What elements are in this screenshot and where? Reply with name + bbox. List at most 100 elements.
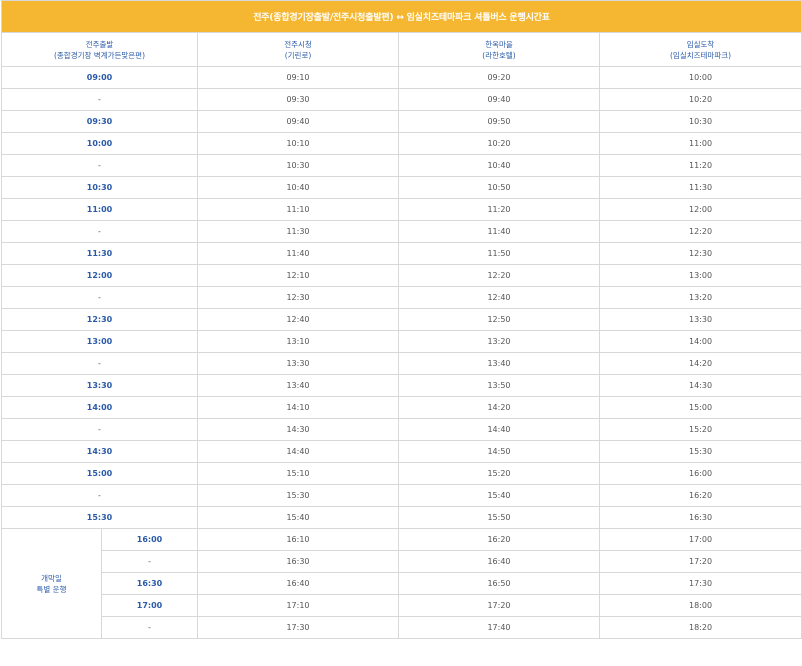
cityhall-time: 11:10 — [197, 198, 399, 221]
table-row: 12:30 12:40 12:50 13:30 — [1, 308, 802, 331]
cityhall-time: 13:40 — [197, 374, 399, 397]
cityhall-time: 09:10 — [197, 66, 399, 89]
cityhall-time: 16:40 — [197, 572, 399, 595]
cityhall-time: 15:10 — [197, 462, 399, 485]
table-row-special: 개막일 특별 운행 16:00 16:10 16:20 17:00 — [1, 528, 802, 639]
table-row: 13:00 13:10 13:20 14:00 — [1, 330, 802, 353]
cityhall-time: 16:30 — [197, 550, 399, 573]
table-row: 11:00 11:10 11:20 12:00 — [1, 198, 802, 221]
departure-time: - — [1, 154, 198, 177]
hanok-time: 10:50 — [398, 176, 600, 199]
cityhall-time: 12:40 — [197, 308, 399, 331]
timetable-title: 전주(종합경기장출발/전주시청출발편) ↔ 임실치즈테마파크 셔틀버스 운행시간… — [0, 0, 802, 33]
departure-time: 09:00 — [1, 66, 198, 89]
table-row: 14:30 14:40 14:50 15:30 — [1, 440, 802, 463]
table-row-special: -17:30 17:40 18:20 — [2, 616, 802, 639]
departure-time: 14:00 — [1, 396, 198, 419]
column-header-line2: (라한호텔) — [482, 50, 516, 60]
table-row: 10:30 10:40 10:50 11:30 — [1, 176, 802, 199]
departure-time: - — [1, 484, 198, 507]
departure-time: 15:30 — [1, 506, 198, 529]
table-row: -12:30 12:40 13:20 — [1, 286, 802, 309]
hanok-time: 09:40 — [398, 88, 600, 111]
column-header-row: 전주출발 (종합경기장 벽계가든맞은편) 전주시청 (기린로) 한옥마을 (라한… — [1, 32, 802, 67]
table-row-special: 16:30 16:40 16:50 17:30 — [2, 572, 802, 595]
arrival-time: 18:00 — [598, 594, 802, 617]
hanok-time: 15:40 — [398, 484, 600, 507]
arrival-time: 11:00 — [598, 132, 802, 155]
table-row: 15:00 15:10 15:20 16:00 — [1, 462, 802, 485]
arrival-time: 15:00 — [598, 396, 802, 419]
cityhall-time: 10:10 — [197, 132, 399, 155]
column-header-line1: 한옥마을 — [485, 39, 513, 49]
hanok-time: 13:20 — [398, 330, 600, 353]
cityhall-time: 10:40 — [197, 176, 399, 199]
special-label-line1: 개막일 — [41, 573, 62, 583]
cityhall-time: 12:10 — [197, 264, 399, 287]
hanok-time: 09:50 — [398, 110, 600, 133]
hanok-time: 17:20 — [398, 594, 600, 617]
table-row: 09:30 09:40 09:50 10:30 — [1, 110, 802, 133]
table-row: 09:00 09:10 09:20 10:00 — [1, 66, 802, 89]
arrival-time: 13:00 — [598, 264, 802, 287]
table-row: 10:00 10:10 10:20 11:00 — [1, 132, 802, 155]
departure-time: - — [101, 616, 198, 639]
column-header-line1: 전주시청 — [284, 39, 312, 49]
departure-time: 11:30 — [1, 242, 198, 265]
cityhall-time: 12:30 — [197, 286, 399, 309]
departure-time: 10:30 — [1, 176, 198, 199]
departure-time: - — [1, 286, 198, 309]
timetable-body: 09:00 09:10 09:20 10:00-09:30 09:40 10:20 09:3… — [1, 66, 802, 639]
cityhall-time: 09:40 — [197, 110, 399, 133]
cityhall-time: 17:10 — [197, 594, 399, 617]
arrival-time: 14:30 — [598, 374, 802, 397]
cityhall-time: 09:30 — [197, 88, 399, 111]
hanok-time: 14:40 — [398, 418, 600, 441]
column-header-hanok: 한옥마을 (라한호텔) — [398, 32, 600, 67]
hanok-time: 16:20 — [398, 528, 600, 551]
table-row: 11:30 11:40 11:50 12:30 — [1, 242, 802, 265]
cityhall-time: 11:30 — [197, 220, 399, 243]
departure-time: 12:00 — [1, 264, 198, 287]
column-header-line2: (기린로) — [284, 50, 312, 60]
hanok-time: 09:20 — [398, 66, 600, 89]
arrival-time: 16:00 — [598, 462, 802, 485]
cityhall-time: 14:30 — [197, 418, 399, 441]
arrival-time: 15:30 — [598, 440, 802, 463]
hanok-time: 11:20 — [398, 198, 600, 221]
arrival-time: 12:20 — [598, 220, 802, 243]
arrival-time: 17:30 — [598, 572, 802, 595]
arrival-time: 13:30 — [598, 308, 802, 331]
hanok-time: 16:40 — [398, 550, 600, 573]
departure-time: 13:30 — [1, 374, 198, 397]
arrival-time: 13:20 — [598, 286, 802, 309]
table-row-special: -16:30 16:40 17:20 — [2, 550, 802, 573]
column-header-arrival: 임실도착 (임실치즈테마파크) — [598, 32, 802, 67]
hanok-time: 13:50 — [398, 374, 600, 397]
column-header-line2: (종합경기장 벽계가든맞은편) — [53, 50, 146, 60]
column-header-line1: 전주출발 — [85, 39, 114, 49]
hanok-time: 17:40 — [398, 616, 600, 639]
arrival-time: 15:20 — [598, 418, 802, 441]
arrival-time: 10:20 — [598, 88, 802, 111]
departure-time: - — [1, 220, 198, 243]
arrival-time: 11:30 — [598, 176, 802, 199]
hanok-time: 15:50 — [398, 506, 600, 529]
cityhall-time: 14:40 — [197, 440, 399, 463]
cityhall-time: 10:30 — [197, 154, 399, 177]
cityhall-time: 13:30 — [197, 352, 399, 375]
departure-time: 16:30 — [101, 572, 198, 595]
timetable-container: 전주(종합경기장출발/전주시청출발편) ↔ 임실치즈테마파크 셔틀버스 운행시간… — [0, 0, 802, 639]
departure-time: 11:00 — [1, 198, 198, 221]
column-header-line1: 임실도착 — [686, 39, 715, 49]
arrival-time: 16:20 — [598, 484, 802, 507]
arrival-time: 17:20 — [598, 550, 802, 573]
hanok-time: 14:50 — [398, 440, 600, 463]
departure-time: 16:00 — [101, 528, 198, 551]
arrival-time: 14:00 — [598, 330, 802, 353]
table-row: 12:00 12:10 12:20 13:00 — [1, 264, 802, 287]
hanok-time: 10:40 — [398, 154, 600, 177]
cityhall-time: 16:10 — [197, 528, 399, 551]
departure-time: 17:00 — [101, 594, 198, 617]
hanok-time: 11:40 — [398, 220, 600, 243]
